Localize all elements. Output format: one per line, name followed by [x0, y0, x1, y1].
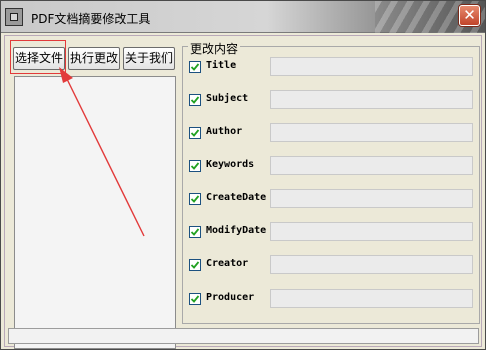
field-checkbox[interactable]	[189, 61, 201, 73]
field-row: ModifyDate	[189, 222, 473, 242]
close-icon: ✕	[463, 6, 476, 24]
field-input[interactable]	[270, 57, 473, 76]
field-label: ModifyDate	[206, 225, 267, 236]
main-panel: 选择文件 执行更改 关于我们 更改内容 Title Subject Author Ke…	[4, 35, 482, 349]
field-input[interactable]	[270, 189, 473, 208]
checkmark-icon	[190, 195, 200, 203]
field-label: Producer	[206, 292, 255, 303]
window-title: PDF文档摘要修改工具	[31, 12, 151, 26]
field-label: Creator	[206, 258, 249, 269]
field-row: Title	[189, 57, 473, 77]
field-checkbox[interactable]	[189, 193, 201, 205]
field-input[interactable]	[270, 156, 473, 175]
field-row: Keywords	[189, 156, 473, 176]
title-bar[interactable]: PDF文档摘要修改工具 ✕	[1, 1, 485, 33]
checkmark-icon	[190, 261, 200, 269]
file-list[interactable]	[14, 76, 176, 349]
field-input[interactable]	[270, 90, 473, 109]
field-checkbox[interactable]	[189, 127, 201, 139]
change-content-group	[182, 46, 480, 324]
close-button[interactable]: ✕	[459, 5, 480, 26]
field-label: CreateDate	[206, 192, 267, 203]
field-label: Author	[206, 126, 243, 137]
about-us-button[interactable]: 关于我们	[123, 47, 175, 70]
checkmark-icon	[190, 96, 200, 104]
checkmark-icon	[190, 63, 200, 71]
field-checkbox[interactable]	[189, 226, 201, 238]
field-input[interactable]	[270, 289, 473, 308]
checkmark-icon	[190, 129, 200, 137]
field-label: Title	[206, 60, 237, 71]
checkmark-icon	[190, 162, 200, 170]
select-file-button[interactable]: 选择文件	[13, 47, 65, 70]
field-checkbox[interactable]	[189, 259, 201, 271]
field-checkbox[interactable]	[189, 94, 201, 106]
field-label: Subject	[206, 93, 249, 104]
checkmark-icon	[190, 295, 200, 303]
checkmark-icon	[190, 228, 200, 236]
field-input[interactable]	[270, 255, 473, 274]
status-bar	[8, 328, 479, 344]
field-checkbox[interactable]	[189, 160, 201, 172]
change-content-title: 更改内容	[188, 40, 241, 57]
field-input[interactable]	[270, 222, 473, 241]
field-row: Subject	[189, 90, 473, 110]
field-checkbox[interactable]	[189, 293, 201, 305]
app-window-icon[interactable]	[5, 8, 23, 26]
app-window: PDF文档摘要修改工具 ✕ 选择文件 执行更改 关于我们 更改内容 Title S…	[0, 0, 486, 350]
field-row: Creator	[189, 255, 473, 275]
field-label: Keywords	[206, 159, 255, 170]
execute-change-button[interactable]: 执行更改	[68, 47, 120, 70]
field-row: Author	[189, 123, 473, 143]
field-input[interactable]	[270, 123, 473, 142]
field-row: Producer	[189, 289, 473, 309]
field-row: CreateDate	[189, 189, 473, 209]
